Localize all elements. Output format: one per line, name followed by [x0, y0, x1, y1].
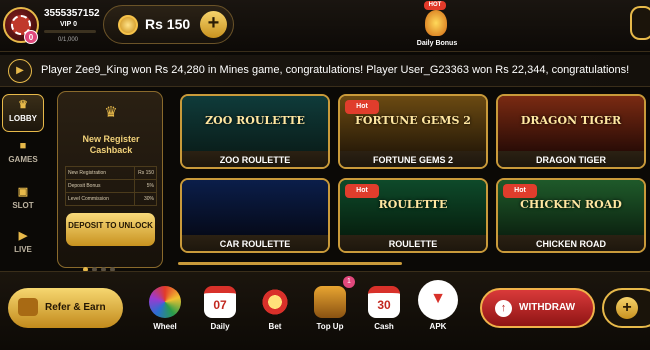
arrow-up-icon: ↑ [495, 300, 512, 317]
top-up-badge: 1 [343, 276, 355, 288]
deposit-to-unlock-button[interactable]: DEPOSIT TO UNLOCK [66, 213, 155, 246]
horizontal-scrollbar[interactable] [178, 262, 402, 265]
withdraw-button[interactable]: ↑ WITHDRAW [480, 288, 595, 328]
avatar-badge: 0 [24, 30, 38, 44]
win-ticker: ▶ Player Zee9_King won Rs 24,280 in Mine… [0, 55, 650, 87]
ticker-message: Player Zee9_King won Rs 24,280 in Mines … [41, 64, 630, 76]
calendar-icon: 30 [368, 286, 400, 318]
sidebar-item-lobby[interactable]: ♛ LOBBY [2, 94, 44, 132]
balance-pill[interactable]: Rs 150 + [103, 5, 234, 44]
cash-button[interactable]: 30 Cash [364, 286, 404, 331]
add-balance-button[interactable]: + [200, 11, 227, 38]
deposit-plus-button[interactable]: + [602, 288, 650, 328]
daily-bonus-button[interactable]: HOT Daily Bonus [413, 1, 461, 49]
vip-progress-bar [44, 30, 96, 33]
hot-badge: Hot [345, 184, 379, 198]
crown-icon: ♛ [104, 104, 118, 121]
game-name: FORTUNE GEMS 2 [340, 151, 486, 167]
cashback-table: New Registration Rs 150 Deposit Bonus 5% L… [65, 166, 157, 206]
game-tile[interactable]: FORTUNE GEMS 2 Hot FORTUNE GEMS 2 [338, 94, 488, 169]
game-name: CHICKEN ROAD [498, 235, 644, 251]
apk-button[interactable]: ▼ APK [418, 280, 458, 331]
bet-icon [259, 286, 291, 318]
gift-icon [18, 298, 38, 316]
game-name: CAR ROULETTE [182, 235, 328, 251]
bottom-bar: Refer & Earn Wheel 07 Daily Bet Top Up 1 … [0, 271, 650, 350]
sidebar: ♛ LOBBY ■ GAMES ▣ SLOT ▶ LIVE [0, 94, 46, 264]
vip-level: VIP 0 [60, 21, 77, 28]
game-logo-text: DRAGON TIGER [520, 114, 622, 127]
hot-badge: Hot [345, 100, 379, 114]
sidebar-item-games[interactable]: ■ GAMES [2, 136, 44, 174]
hot-badge: Hot [503, 184, 537, 198]
menu-button[interactable] [630, 6, 650, 40]
game-tile[interactable]: ROULETTE Hot ROULETTE [338, 178, 488, 253]
vip-progress-text: 0/1,000 [58, 37, 79, 43]
game-name: ROULETTE [340, 235, 486, 251]
slot-icon: ▣ [17, 186, 29, 198]
daily-button[interactable]: 07 Daily [200, 286, 240, 331]
game-logo-text: FORTUNE GEMS 2 [355, 114, 471, 127]
games-icon: ■ [19, 140, 27, 152]
hot-badge: HOT [424, 1, 446, 10]
game-logo-text: CHICKEN ROAD [520, 198, 622, 211]
sidebar-item-live[interactable]: ▶ LIVE [2, 226, 44, 264]
game-tile[interactable]: ZOO ROULETTE ZOO ROULETTE [180, 94, 330, 169]
game-logo-text: ROULETTE [378, 198, 448, 211]
wheel-button[interactable]: Wheel [145, 286, 185, 331]
table-row: Level Commission 30% [65, 192, 157, 206]
user-id: 3555357152 [44, 8, 100, 19]
refer-and-earn-button[interactable]: Refer & Earn [8, 288, 123, 328]
table-row: New Registration Rs 150 [65, 166, 157, 180]
coin-icon [118, 15, 138, 35]
treasure-chest-icon [314, 286, 346, 318]
add-icon: + [616, 297, 638, 319]
balance-value: Rs 150 [145, 16, 191, 32]
wheel-icon [149, 286, 181, 318]
game-tile[interactable]: CHICKEN ROAD Hot CHICKEN ROAD [496, 178, 646, 253]
top-bar: 0 3555357152 VIP 0 0/1,000 Rs 150 + HOT … [0, 0, 650, 52]
bet-button[interactable]: Bet [255, 286, 295, 331]
game-tile[interactable]: CAR ROULETTE [180, 178, 330, 253]
cashback-title: New Register Cashback [82, 134, 140, 155]
game-art [182, 180, 328, 235]
bonus-gift-icon [425, 10, 447, 36]
play-icon[interactable]: ▶ [8, 59, 32, 83]
game-name: DRAGON TIGER [498, 151, 644, 167]
calendar-icon: 07 [204, 286, 236, 318]
top-up-button[interactable]: Top Up [310, 286, 350, 331]
game-logo-text: ZOO ROULETTE [205, 114, 305, 127]
cashback-card: ♛ New Register Cashback New Registration… [57, 91, 163, 272]
table-row: Deposit Bonus 5% [65, 179, 157, 193]
download-icon: ▼ [418, 280, 458, 320]
crown-icon: ♛ [18, 99, 28, 111]
live-icon: ▶ [18, 230, 28, 242]
game-tile[interactable]: DRAGON TIGER DRAGON TIGER [496, 94, 646, 169]
daily-bonus-label: Daily Bonus [416, 40, 458, 47]
game-name: ZOO ROULETTE [182, 151, 328, 167]
sidebar-item-slot[interactable]: ▣ SLOT [2, 182, 44, 220]
